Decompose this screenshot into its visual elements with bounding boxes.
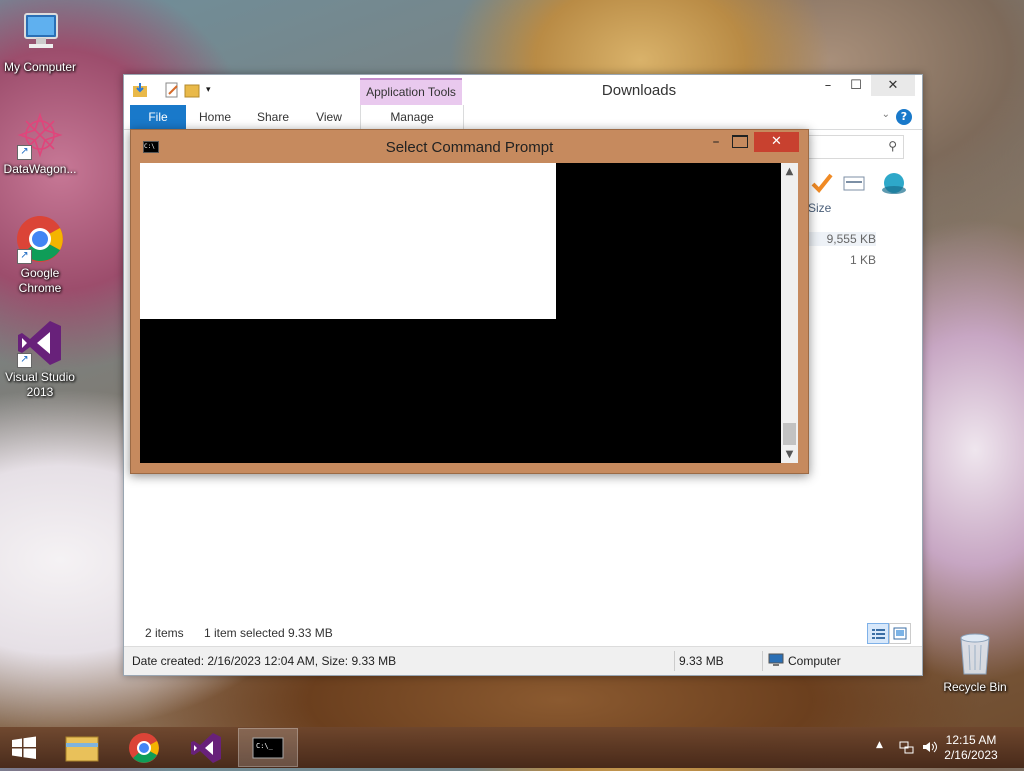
- selection-info: 1 item selected 9.33 MB: [204, 626, 333, 640]
- scroll-down-arrow-icon[interactable]: ▼: [781, 446, 798, 463]
- desktop-icon-google-chrome[interactable]: ↗ Google Chrome: [0, 214, 80, 296]
- minimize-button[interactable]: –: [814, 75, 842, 96]
- file-size: 1 KB: [849, 253, 876, 267]
- window-title: Downloads: [601, 82, 677, 99]
- item-count: 2 items: [145, 626, 184, 640]
- ribbon-tabs: File Home Share View Manage ⌄ ?: [124, 105, 922, 130]
- shortcut-arrow-icon: ↗: [17, 353, 32, 368]
- details-view-button[interactable]: [867, 623, 889, 644]
- taskbar-file-explorer[interactable]: [52, 728, 112, 767]
- help-icon[interactable]: ?: [896, 109, 912, 125]
- folder-properties-icon[interactable]: [132, 82, 148, 98]
- chrome-icon: [129, 733, 159, 763]
- customize-toolbar-icon[interactable]: ▾: [206, 82, 222, 98]
- datawagon-icon: ↗: [15, 110, 65, 160]
- desktop-icon-datawagon[interactable]: ↗ DataWagon...: [0, 110, 80, 177]
- clock-time: 12:15 AM: [945, 733, 997, 747]
- svg-text:C:\_: C:\_: [256, 742, 274, 750]
- computer-icon: [15, 8, 65, 58]
- desktop-icon-label: Visual Studio 2013: [5, 370, 75, 399]
- scrollbar-thumb[interactable]: [783, 423, 796, 445]
- tab-share[interactable]: Share: [250, 105, 296, 129]
- desktop-icon-label: DataWagon...: [3, 162, 77, 176]
- explorer-titlebar[interactable]: ▾ Application Tools Downloads – ☐ ✕: [124, 75, 922, 105]
- recycle-bin-icon: [957, 630, 993, 676]
- window-view-icon[interactable]: [842, 171, 866, 195]
- text-selection-region: [140, 163, 556, 319]
- shortcut-arrow-icon: ↗: [17, 249, 32, 264]
- command-prompt-icon: C:\_: [252, 737, 284, 759]
- search-box[interactable]: ⚲: [808, 135, 904, 159]
- divider: [674, 651, 675, 671]
- console-output-area[interactable]: [140, 163, 781, 463]
- checkmark-icon[interactable]: [810, 171, 834, 195]
- desktop-icon-recycle-bin[interactable]: Recycle Bin: [940, 630, 1010, 694]
- visual-studio-icon: [191, 733, 221, 763]
- cmd-maximize-button[interactable]: [732, 135, 748, 148]
- tab-manage[interactable]: Manage: [360, 105, 464, 129]
- command-prompt-window[interactable]: C:\ Select Command Prompt – ✕ ▲ ▼: [130, 129, 809, 474]
- maximize-button[interactable]: ☐: [842, 75, 870, 96]
- search-icon: ⚲: [888, 139, 897, 153]
- desktop-icon-label: My Computer: [3, 60, 77, 74]
- size-column-header[interactable]: Size: [808, 201, 831, 215]
- collapse-ribbon-icon[interactable]: ⌄: [882, 109, 890, 120]
- cmd-scrollbar[interactable]: ▲ ▼: [781, 163, 798, 463]
- shortcut-arrow-icon: ↗: [17, 145, 32, 160]
- network-icon[interactable]: [898, 740, 914, 757]
- taskbar-command-prompt[interactable]: C:\_: [238, 728, 298, 767]
- application-tools-context-tab: Application Tools: [360, 78, 462, 105]
- desktop-icon-label: Google Chrome: [18, 266, 62, 295]
- desktop-icon-visual-studio[interactable]: ↗ Visual Studio 2013: [0, 318, 80, 400]
- details-text: Date created: 2/16/2023 12:04 AM, Size: …: [132, 654, 397, 668]
- start-button[interactable]: [0, 728, 48, 767]
- tab-home[interactable]: Home: [192, 105, 238, 129]
- divider: [762, 651, 763, 671]
- desktop-icon-my-computer[interactable]: My Computer: [0, 8, 80, 75]
- clock-date: 2/16/2023: [944, 748, 998, 762]
- file-explorer-icon: [65, 736, 99, 762]
- details-size: 9.33 MB: [679, 654, 724, 668]
- cmd-minimize-button[interactable]: –: [706, 134, 726, 150]
- properties-icon[interactable]: [164, 82, 180, 98]
- taskbar-visual-studio[interactable]: [176, 728, 236, 767]
- tab-view[interactable]: View: [306, 105, 352, 129]
- location-text: Computer: [788, 654, 841, 668]
- new-folder-icon[interactable]: [184, 82, 200, 98]
- globe-icon[interactable]: [881, 171, 906, 195]
- chrome-icon: ↗: [15, 214, 65, 264]
- tab-file[interactable]: File: [130, 105, 186, 129]
- large-icons-view-button[interactable]: [889, 623, 911, 644]
- system-clock[interactable]: 12:15 AM 2/16/2023: [936, 733, 1006, 763]
- taskbar: C:\_ ▲ 12:15 AM 2/16/2023: [0, 727, 1024, 768]
- windows-logo-icon: [12, 736, 36, 759]
- visual-studio-icon: ↗: [15, 318, 65, 368]
- scroll-up-arrow-icon[interactable]: ▲: [781, 163, 798, 180]
- status-bar: 2 items 1 item selected 9.33 MB: [124, 619, 922, 645]
- taskbar-chrome[interactable]: [114, 728, 174, 767]
- file-size: 9,555 KB: [806, 232, 876, 246]
- recycle-bin-label: Recycle Bin: [943, 680, 1007, 694]
- show-hidden-icons-icon[interactable]: ▲: [876, 740, 883, 750]
- computer-small-icon: [768, 653, 784, 670]
- close-button[interactable]: ✕: [871, 75, 915, 96]
- cmd-close-button[interactable]: ✕: [754, 132, 799, 152]
- details-bar: Date created: 2/16/2023 12:04 AM, Size: …: [124, 646, 922, 675]
